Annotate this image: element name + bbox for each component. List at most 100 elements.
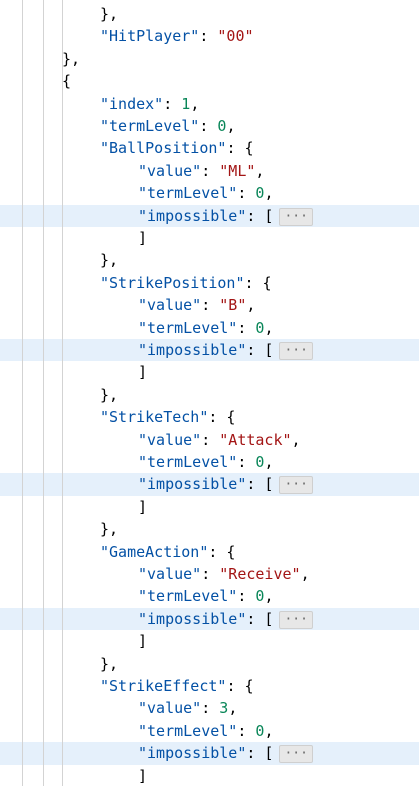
fold-ellipsis-button[interactable]: ···	[279, 342, 313, 360]
code-text: },	[100, 518, 118, 540]
json-key: "index"	[100, 94, 164, 113]
json-punctuation: },	[100, 654, 119, 673]
json-number-value: 1	[181, 94, 191, 113]
json-punctuation: ,	[264, 184, 274, 203]
code-text: "value": "Attack",	[138, 429, 301, 451]
code-text: ]	[138, 496, 147, 518]
json-key: "value"	[138, 161, 202, 180]
json-string-value: "B"	[219, 296, 247, 315]
json-punctuation: },	[100, 385, 119, 404]
json-key: "impossible"	[138, 341, 247, 359]
json-punctuation: :	[237, 721, 256, 740]
json-key: "StrikePosition"	[100, 273, 245, 292]
code-text: {	[62, 70, 71, 92]
json-key: "StrikeTech"	[100, 408, 209, 427]
json-punctuation: : {	[208, 542, 236, 561]
json-punctuation: ]	[138, 229, 148, 247]
json-punctuation: },	[100, 5, 119, 23]
json-punctuation: :	[237, 453, 256, 471]
code-text: "impossible": [ ···	[138, 608, 313, 630]
json-key: "HitPlayer"	[100, 27, 200, 46]
fold-ellipsis-button[interactable]: ···	[279, 610, 313, 629]
code-text: "HitPlayer": "00"	[100, 25, 254, 47]
json-punctuation: },	[100, 520, 119, 539]
code-text: "StrikePosition": {	[100, 272, 272, 294]
indent-guide	[62, 0, 63, 786]
code-text: "impossible": [ ···	[138, 205, 313, 227]
fold-ellipsis-button[interactable]: ···	[279, 207, 313, 226]
code-text: ]	[138, 630, 147, 652]
code-text: "termLevel": 0,	[138, 451, 273, 473]
code-text: "termLevel": 0,	[138, 585, 273, 607]
json-punctuation: :	[201, 430, 220, 449]
indent-guide	[43, 0, 44, 786]
json-key: "impossible"	[138, 744, 247, 763]
json-punctuation: : [	[246, 206, 274, 225]
code-text: "GameAction": {	[100, 541, 235, 563]
json-key: "impossible"	[138, 206, 247, 225]
code-text: },	[100, 653, 118, 675]
json-string-value: "00"	[217, 27, 254, 46]
json-punctuation: : [	[246, 744, 274, 763]
json-punctuation: {	[62, 72, 72, 91]
json-punctuation: :	[199, 117, 218, 135]
json-punctuation: :	[201, 296, 220, 315]
code-text: },	[100, 3, 118, 25]
json-key: "value"	[138, 699, 202, 718]
code-text: ]	[138, 765, 147, 786]
json-punctuation: : [	[246, 609, 274, 628]
json-key: "value"	[138, 430, 202, 449]
code-text: "value": "ML",	[138, 160, 264, 182]
code-text: ]	[138, 361, 147, 383]
json-key: "impossible"	[138, 609, 247, 628]
code-editor[interactable]: }, "HitPlayer": "00"},{"index": 1, "termLe…	[0, 0, 419, 786]
code-text: "StrikeTech": {	[100, 406, 235, 428]
json-punctuation: : [	[246, 475, 274, 494]
json-key: "GameAction"	[100, 542, 209, 561]
code-text: "impossible": [···	[138, 339, 313, 361]
json-key: "termLevel"	[138, 318, 238, 337]
json-number-value: 3	[219, 699, 229, 718]
code-text: },	[62, 48, 80, 70]
json-punctuation: :	[237, 587, 256, 606]
json-key: "impossible"	[138, 475, 247, 494]
code-text: "value": 3,	[138, 697, 237, 719]
json-key: "value"	[138, 565, 202, 583]
json-punctuation: :	[201, 699, 220, 718]
code-text: "StrikeEffect": {	[100, 675, 254, 697]
json-punctuation: ]	[138, 632, 148, 651]
json-punctuation: },	[62, 49, 81, 68]
json-punctuation: : {	[226, 677, 254, 695]
json-punctuation: : {	[244, 273, 272, 292]
json-punctuation: ,	[264, 318, 274, 337]
json-punctuation: ,	[228, 699, 238, 718]
json-key: "termLevel"	[138, 587, 238, 606]
json-key: "termLevel"	[138, 453, 238, 471]
code-text: "value": "Receive",	[138, 563, 310, 585]
json-string-value: "Attack"	[219, 430, 292, 449]
code-text: },	[100, 384, 118, 406]
json-punctuation: :	[237, 318, 256, 337]
json-punctuation: ,	[255, 161, 265, 180]
json-punctuation: ,	[190, 94, 200, 113]
json-key: "termLevel"	[138, 184, 238, 203]
code-text: "value": "B",	[138, 294, 255, 316]
code-text: "termLevel": 0,	[138, 720, 273, 742]
json-punctuation: ,	[264, 587, 274, 606]
json-punctuation: :	[201, 565, 220, 583]
json-punctuation: :	[201, 161, 220, 180]
code-text: "termLevel": 0,	[138, 182, 273, 204]
json-string-value: "ML"	[219, 161, 256, 180]
code-text: ]	[138, 227, 147, 249]
code-text: "BallPosition": {	[100, 137, 254, 159]
json-punctuation: :	[163, 94, 182, 113]
code-text: "impossible": [ ···	[138, 473, 313, 495]
json-key: "BallPosition"	[100, 139, 227, 158]
fold-ellipsis-button[interactable]: ···	[279, 745, 313, 764]
fold-ellipsis-button[interactable]: ···	[279, 476, 313, 495]
indent-guide	[22, 0, 23, 786]
code-text: "termLevel": 0,	[138, 317, 273, 339]
code-text: "index": 1,	[100, 93, 199, 115]
json-string-value: "Receive"	[219, 565, 301, 583]
code-text: },	[100, 249, 118, 271]
